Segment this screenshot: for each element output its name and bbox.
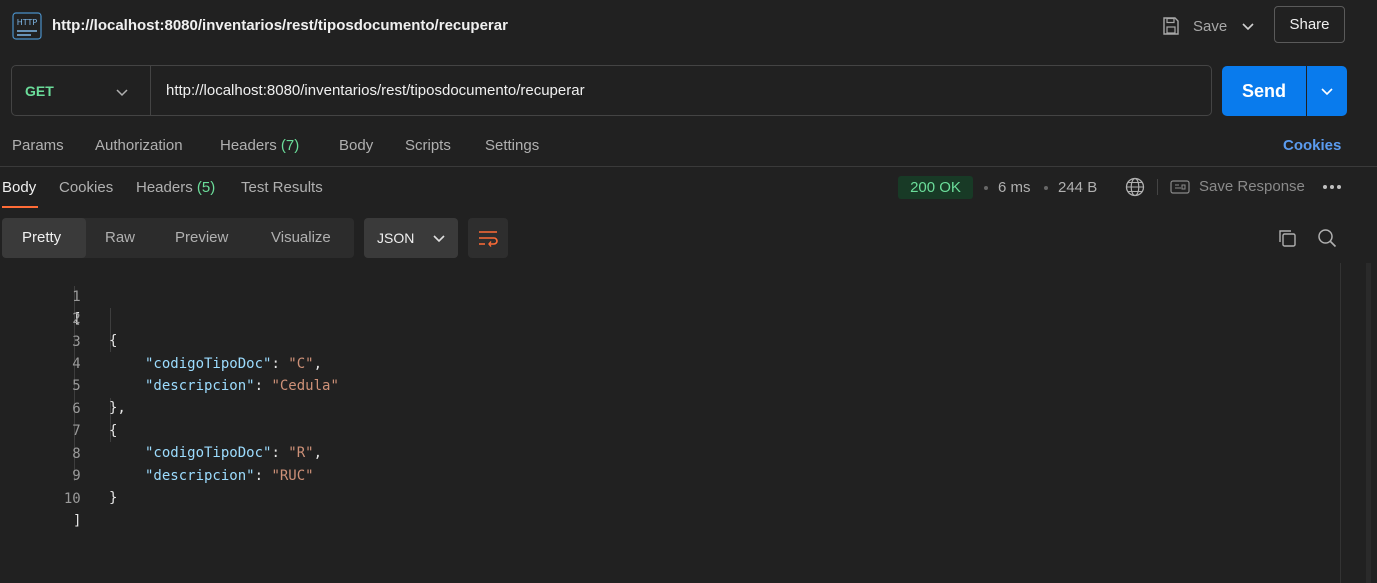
json-colon: : <box>254 468 272 484</box>
code-text: { <box>109 333 118 349</box>
send-button[interactable]: Send <box>1222 66 1306 116</box>
tab-headers[interactable]: Headers (7) <box>220 137 299 154</box>
tab-body[interactable]: Body <box>339 137 373 154</box>
line-number: 9 <box>72 468 81 484</box>
meta-dot <box>1044 186 1048 190</box>
meta-dot <box>984 186 988 190</box>
json-colon: : <box>271 445 289 461</box>
more-icon[interactable] <box>1322 180 1342 199</box>
chevron-down-icon <box>433 235 445 243</box>
line-number: 1 <box>72 289 81 305</box>
status-badge[interactable]: 200 OK <box>898 176 973 199</box>
save-options-chevron-down-icon[interactable] <box>1240 18 1256 39</box>
code-text: "codigoTipoDoc": "R", <box>145 442 322 464</box>
code-text: } <box>109 490 118 506</box>
copy-icon[interactable] <box>1277 228 1297 253</box>
save-label: Save <box>1193 17 1228 35</box>
tab-settings[interactable]: Settings <box>485 137 539 154</box>
view-preview[interactable]: Preview <box>175 229 228 246</box>
send-options-button[interactable] <box>1307 66 1347 116</box>
view-pretty[interactable]: Pretty <box>22 229 61 246</box>
json-key: "codigoTipoDoc" <box>145 445 272 461</box>
save-button[interactable]: Save <box>1161 14 1227 38</box>
code-text: "descripcion": "Cedula" <box>145 375 339 397</box>
code-text: "descripcion": "RUC" <box>145 465 314 487</box>
code-line: 2 { <box>0 286 117 349</box>
json-value: "Cedula" <box>271 378 339 394</box>
wrap-lines-button[interactable] <box>468 218 508 258</box>
active-tab-indicator <box>2 206 38 208</box>
code-line: 7 "codigoTipoDoc": "R", <box>0 398 322 461</box>
json-colon: : <box>271 356 289 372</box>
code-text: { <box>109 423 118 439</box>
code-line: 6 { <box>0 376 117 439</box>
line-number: 4 <box>72 356 81 372</box>
code-text: ] <box>73 513 82 529</box>
tab-params[interactable]: Params <box>12 137 64 154</box>
json-key: "descripcion" <box>145 378 255 394</box>
save-response-icon <box>1170 179 1190 200</box>
tab-headers-label: Headers <box>220 137 277 154</box>
request-title[interactable]: http://localhost:8080/inventarios/rest/t… <box>52 17 508 34</box>
response-tab-test-results[interactable]: Test Results <box>241 179 323 196</box>
response-tab-cookies[interactable]: Cookies <box>59 179 113 196</box>
wrap-icon <box>479 231 498 247</box>
share-button[interactable]: Share <box>1274 6 1345 43</box>
json-value: "R" <box>288 445 314 461</box>
http-request-icon: HTTP <box>12 12 42 40</box>
code-line: 4 "descripcion": "Cedula" <box>0 331 339 394</box>
chevron-down-icon <box>1321 88 1333 96</box>
code-line: 9 } <box>0 443 117 506</box>
code-line: 3 "codigoTipoDoc": "C", <box>0 309 322 372</box>
response-tab-body[interactable]: Body <box>2 179 36 196</box>
format-label: JSON <box>377 230 415 246</box>
view-visualize[interactable]: Visualize <box>271 229 331 246</box>
json-value: "C" <box>288 356 314 372</box>
format-select[interactable]: JSON <box>364 218 458 258</box>
url-divider <box>150 66 151 115</box>
tab-headers-count: (7) <box>280 137 300 154</box>
code-line: 1 [ <box>0 264 81 327</box>
meta-separator <box>1157 179 1158 195</box>
tab-authorization[interactable]: Authorization <box>95 137 183 154</box>
line-number: 10 <box>63 491 81 507</box>
code-line: 10 ] <box>0 466 82 529</box>
panel-scrollbar[interactable] <box>1366 263 1371 583</box>
code-line: 5 }, <box>0 353 126 416</box>
cookies-link[interactable]: Cookies <box>1283 137 1341 154</box>
method-select[interactable]: GET <box>25 83 54 99</box>
json-colon: : <box>254 378 272 394</box>
url-input[interactable]: http://localhost:8080/inventarios/rest/t… <box>166 82 585 99</box>
save-response-button[interactable]: Save Response <box>1199 178 1305 195</box>
line-number: 8 <box>72 446 81 462</box>
view-raw[interactable]: Raw <box>105 229 135 246</box>
editor-scrollbar[interactable] <box>1340 263 1357 583</box>
search-icon[interactable] <box>1317 228 1337 253</box>
code-text: "codigoTipoDoc": "C", <box>145 353 322 375</box>
line-number: 3 <box>72 334 81 350</box>
response-tab-headers[interactable]: Headers (5) <box>136 179 215 196</box>
json-key: "descripcion" <box>145 468 255 484</box>
save-icon <box>1163 17 1179 35</box>
json-value: "RUC" <box>271 468 314 484</box>
line-number: 6 <box>72 401 81 417</box>
response-tab-headers-label: Headers <box>136 179 193 196</box>
response-time[interactable]: 6 ms <box>998 179 1031 196</box>
line-number: 5 <box>72 378 81 394</box>
code-text: }, <box>109 400 126 416</box>
globe-icon[interactable] <box>1125 177 1145 202</box>
tab-scripts[interactable]: Scripts <box>405 137 451 154</box>
json-comma: , <box>313 356 323 372</box>
svg-text:HTTP: HTTP <box>17 18 38 27</box>
line-number: 7 <box>72 423 81 439</box>
section-divider <box>0 166 1377 167</box>
json-key: "codigoTipoDoc" <box>145 356 272 372</box>
response-tab-headers-count: (5) <box>196 179 216 196</box>
line-number: 2 <box>72 311 81 327</box>
code-line: 8 "descripcion": "RUC" <box>0 421 313 484</box>
response-size[interactable]: 244 B <box>1058 179 1097 196</box>
json-comma: , <box>313 445 323 461</box>
method-chevron-down-icon[interactable] <box>115 85 129 104</box>
